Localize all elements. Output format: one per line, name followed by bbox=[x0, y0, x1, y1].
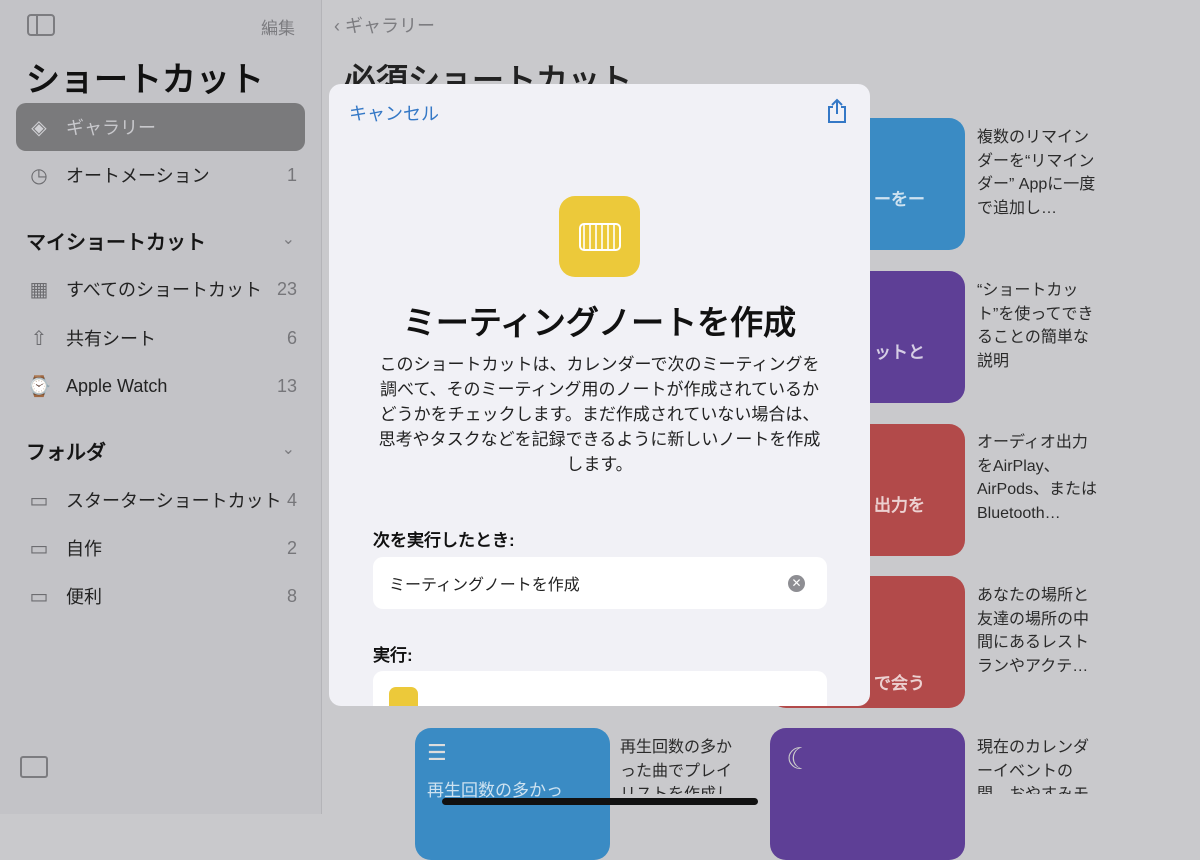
item-label: 共有シート bbox=[66, 329, 156, 349]
card-description: 現在のカレンダーイベントの間、おやすみモ bbox=[977, 739, 1090, 794]
moon-icon: ☾ bbox=[786, 743, 813, 776]
my-shortcuts-header[interactable]: マイショートカット bbox=[26, 226, 206, 255]
shortcut-card[interactable]: ☰ 再生回数の多かっ bbox=[415, 728, 610, 860]
shortcut-name-input[interactable]: ミーティングノートを作成 ✕ bbox=[373, 557, 827, 609]
shortcut-description: このショートカットは、カレンダーで次のミーティングを調べて、そのミーティング用の… bbox=[378, 355, 821, 474]
watch-icon: ⌚ bbox=[26, 375, 52, 398]
layers-icon: ◈ bbox=[31, 116, 47, 139]
shortcut-detail-modal: キャンセル ミーティングノートを作成 このショートカットは、カレンダーで次のミー… bbox=[329, 84, 870, 706]
card-description: 複数のリマインダーを“リマインダー” Appに一度で追加し… bbox=[977, 129, 1096, 217]
share-icon[interactable] bbox=[826, 98, 848, 124]
item-count: 13 bbox=[276, 375, 297, 396]
shortcut-icon bbox=[559, 196, 640, 277]
folder-icon: ▭ bbox=[29, 489, 49, 512]
sidebar: 編集 ショートカット ◈ ギャラリー ◷ オートメーション 1 マイショートカット ⌄… bbox=[0, 0, 322, 814]
card-description: “ショートカット”を使ってできることの簡単な説明 bbox=[977, 282, 1094, 370]
sidebar-item-automation[interactable]: ◷ オートメーション 1 bbox=[16, 151, 305, 199]
keyboard-icon bbox=[578, 222, 621, 251]
item-label: 自作 bbox=[66, 539, 102, 559]
folder-useful[interactable]: ▭ 便利 8 bbox=[16, 572, 305, 620]
new-folder-icon[interactable] bbox=[20, 756, 48, 778]
item-label: オートメーション bbox=[66, 166, 210, 186]
item-label: ギャラリー bbox=[66, 118, 156, 138]
list-icon: ☰ bbox=[427, 740, 447, 765]
folders-header[interactable]: フォルダ bbox=[26, 436, 106, 465]
action-row[interactable] bbox=[373, 671, 827, 706]
home-indicator[interactable] bbox=[442, 798, 758, 805]
shortcut-title: ミーティングノートを作成 bbox=[402, 304, 797, 341]
sidebar-toggle-icon[interactable] bbox=[27, 14, 55, 36]
card-title: ーをー bbox=[874, 190, 925, 209]
card-title: ットと bbox=[874, 343, 925, 362]
when-run-label: 次を実行したとき: bbox=[373, 531, 515, 550]
item-label: 便利 bbox=[66, 587, 102, 607]
clear-icon[interactable]: ✕ bbox=[788, 575, 805, 592]
shortcut-card[interactable]: ☾ bbox=[770, 728, 965, 860]
edit-button[interactable]: 編集 bbox=[261, 14, 295, 39]
item-count: 1 bbox=[286, 164, 297, 185]
folder-icon: ▭ bbox=[29, 537, 49, 560]
share-icon: ⇧ bbox=[30, 327, 48, 350]
grid-icon: ▦ bbox=[29, 278, 49, 301]
card-description: あなたの場所と友達の場所の中間にあるレストランやアクテ… bbox=[977, 587, 1090, 675]
cancel-button[interactable]: キャンセル bbox=[349, 100, 439, 126]
sidebar-item-all-shortcuts[interactable]: ▦ すべてのショートカット 23 bbox=[16, 265, 305, 313]
item-label: Apple Watch bbox=[66, 375, 168, 396]
item-count: 8 bbox=[286, 585, 297, 606]
back-label: ギャラリー bbox=[345, 16, 435, 36]
chevron-down-icon[interactable]: ⌄ bbox=[282, 439, 295, 459]
sidebar-item-gallery[interactable]: ◈ ギャラリー bbox=[16, 103, 305, 151]
sidebar-item-apple-watch[interactable]: ⌚ Apple Watch 13 bbox=[16, 362, 305, 410]
item-count: 6 bbox=[286, 327, 297, 348]
card-description: オーディオ出力をAirPlay、AirPods、またはBluetooth… bbox=[977, 434, 1098, 522]
item-label: すべてのショートカット bbox=[66, 280, 263, 300]
chevron-down-icon[interactable]: ⌄ bbox=[282, 229, 295, 249]
input-value: ミーティングノートを作成 bbox=[389, 577, 580, 594]
folder-starter[interactable]: ▭ スターターショートカット 4 bbox=[16, 476, 305, 524]
item-count: 23 bbox=[276, 278, 297, 299]
card-description: 再生回数の多かった曲でプレイリストを作成し bbox=[620, 739, 733, 794]
item-count: 4 bbox=[286, 489, 297, 510]
card-title: 出力を bbox=[874, 496, 925, 515]
sidebar-item-share-sheet[interactable]: ⇧ 共有シート 6 bbox=[16, 314, 305, 362]
back-button[interactable]: ‹ ギャラリー bbox=[334, 12, 435, 38]
run-label: 実行: bbox=[373, 646, 413, 665]
item-count: 2 bbox=[286, 537, 297, 558]
clock-icon: ◷ bbox=[30, 164, 48, 187]
keyboard-icon bbox=[389, 687, 418, 706]
item-label: スターターショートカット bbox=[66, 491, 282, 511]
app-title: ショートカット bbox=[26, 61, 264, 99]
card-title: で会う bbox=[874, 674, 925, 693]
folder-custom[interactable]: ▭ 自作 2 bbox=[16, 524, 305, 572]
folder-icon: ▭ bbox=[29, 585, 49, 608]
